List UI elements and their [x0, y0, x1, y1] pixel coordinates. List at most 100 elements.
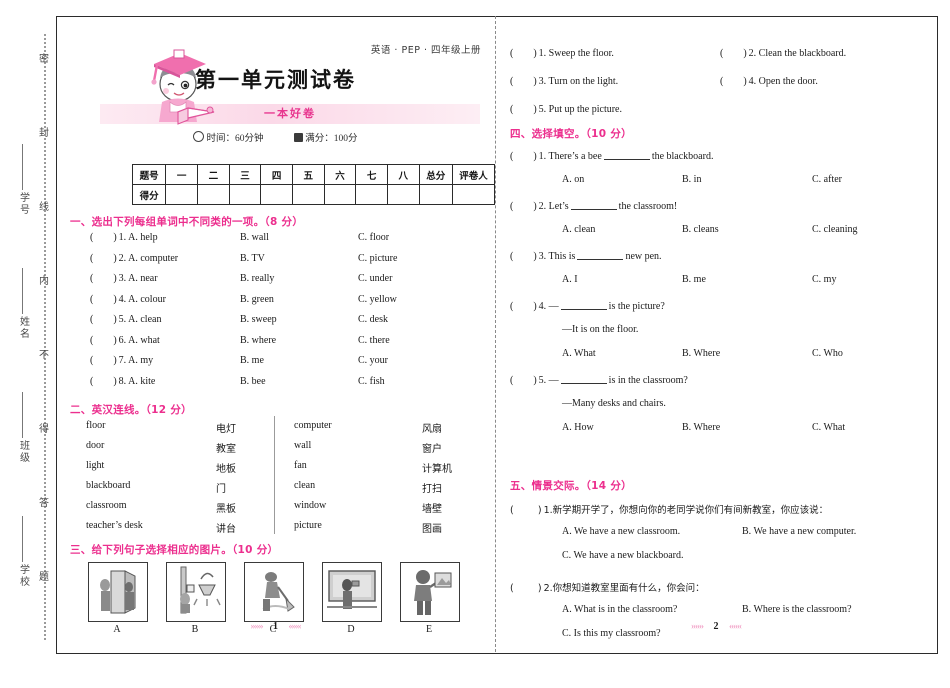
option-b[interactable]: B. in	[682, 174, 701, 185]
section-5-heading: 五、情景交际。（14 分）	[510, 478, 632, 493]
answer-blank-paren[interactable]: ( ) 3. Turn on the light.	[510, 76, 618, 87]
answer-blank-paren[interactable]: ( ) 8. A. kite	[90, 376, 155, 387]
fill-blank[interactable]	[560, 374, 607, 384]
matching-english[interactable]: clean	[294, 480, 315, 491]
stem-before: There’s a bee	[548, 151, 602, 162]
score-row-label: 题号	[131, 164, 167, 185]
fill-blank[interactable]	[603, 150, 650, 160]
mascot-graduate-reading-icon	[151, 49, 215, 125]
option-b[interactable]: B. me	[682, 274, 706, 285]
score-row-label: 得分	[131, 184, 167, 205]
score-cell[interactable]	[386, 184, 420, 205]
matching-english[interactable]: wall	[294, 440, 311, 451]
score-cell[interactable]	[260, 184, 293, 205]
option-a[interactable]: A. How	[562, 422, 594, 433]
matching-english[interactable]: window	[294, 500, 326, 511]
option-b[interactable]: B. Where	[682, 348, 720, 359]
score-cell[interactable]	[323, 184, 357, 205]
matching-chinese[interactable]: 电灯	[216, 420, 236, 435]
score-cell[interactable]	[291, 184, 325, 205]
option-c[interactable]: C. my	[812, 274, 836, 285]
matching-chinese[interactable]: 打扫	[422, 480, 442, 495]
option-a[interactable]: A. We have a new classroom.	[562, 526, 680, 537]
matching-chinese[interactable]: 计算机	[422, 460, 452, 475]
option-a[interactable]: A. clean	[562, 224, 595, 235]
matching-chinese[interactable]: 黑板	[216, 500, 236, 515]
option-a[interactable]: A. What	[562, 348, 596, 359]
option-a[interactable]: A. What is in the classroom?	[562, 604, 677, 615]
option-b[interactable]: B. Where is the classroom?	[742, 604, 852, 615]
matching-divider	[274, 416, 275, 534]
info-rule	[22, 268, 23, 314]
fill-blank[interactable]	[577, 250, 624, 260]
info-label-text: 姓名	[17, 316, 29, 340]
matching-english[interactable]: teacher’s desk	[86, 520, 143, 531]
matching-english[interactable]: blackboard	[86, 480, 130, 491]
score-cell[interactable]	[418, 184, 453, 205]
test-paper-page: 密封线内不得答题 学号 姓名 班级 学校 英语 · PEP · 四年级上册 第一单元测…	[0, 0, 950, 688]
matching-english[interactable]: floor	[86, 420, 105, 431]
score-cell[interactable]	[451, 184, 496, 205]
option-b[interactable]: B. We have a new computer.	[742, 526, 856, 537]
section-2-heading: 二、英汉连线。（12 分）	[70, 402, 192, 417]
answer-blank-paren[interactable]: ( )	[510, 583, 542, 594]
matching-chinese[interactable]: 地板	[216, 460, 236, 475]
matching-english[interactable]: door	[86, 440, 104, 451]
score-icon	[294, 133, 304, 142]
option-a: A. what	[128, 334, 160, 346]
score-col-header: 二	[197, 164, 230, 185]
info-label-2: 姓名	[14, 316, 32, 345]
matching-chinese[interactable]: 图画	[422, 520, 442, 535]
answer-blank-paren[interactable]: ( )	[510, 375, 537, 386]
matching-english[interactable]: picture	[294, 520, 322, 531]
answer-blank-paren[interactable]: ( ) 1. Sweep the floor.	[510, 48, 614, 59]
answer-blank-paren[interactable]: ( )	[510, 505, 542, 516]
answer-blank-paren[interactable]: ( ) 2. A. computer	[90, 253, 178, 264]
matching-chinese[interactable]: 窗户	[422, 440, 442, 455]
item-number: 4.	[118, 293, 127, 305]
score-cell[interactable]	[228, 184, 262, 205]
option-c[interactable]: C. Who	[812, 348, 843, 359]
matching-chinese[interactable]: 讲台	[216, 520, 236, 535]
answer-blank-paren[interactable]: ( ) 5. A. clean	[90, 314, 161, 325]
score-cell[interactable]	[165, 184, 199, 205]
answer-blank-paren[interactable]: ( ) 7. A. my	[90, 355, 153, 366]
option-b: B. TV	[240, 252, 265, 264]
answer-blank-paren[interactable]: ( )	[510, 251, 537, 262]
option-c[interactable]: C. What	[812, 422, 845, 433]
score-cell[interactable]	[197, 184, 230, 205]
score-cell[interactable]	[355, 184, 388, 205]
matching-chinese[interactable]: 教室	[216, 440, 236, 455]
matching-english[interactable]: light	[86, 460, 104, 471]
answer-blank-paren[interactable]: ( )	[510, 301, 537, 312]
matching-chinese[interactable]: 门	[216, 480, 226, 495]
fill-blank[interactable]	[570, 200, 617, 210]
option-b[interactable]: B. cleans	[682, 224, 719, 235]
matching-english[interactable]: fan	[294, 460, 307, 471]
matching-english[interactable]: classroom	[86, 500, 127, 511]
option-c[interactable]: C. We have a new blackboard.	[562, 550, 683, 561]
matching-chinese[interactable]: 风扇	[422, 420, 442, 435]
answer-blank-paren[interactable]: ( ) 4. A. colour	[90, 294, 166, 305]
option-b: B. really	[240, 273, 275, 284]
answer-blank-paren[interactable]: ( ) 2. Clean the blackboard.	[720, 48, 846, 59]
answer-blank-paren[interactable]: ( ) 4. Open the door.	[720, 76, 818, 87]
option-a[interactable]: A. I	[562, 274, 578, 285]
option-c[interactable]: C. after	[812, 174, 842, 185]
right-page: ( ) 1. Sweep the floor. ( ) 2. Clean the bl…	[496, 16, 936, 652]
option-a[interactable]: A. on	[562, 174, 584, 185]
section-2-title: 二、英汉连线。	[70, 404, 146, 416]
answer-blank-paren[interactable]: ( ) 3. A. near	[90, 273, 158, 284]
section-1-title: 一、选出下列每组单词中不同类的一项。	[70, 216, 265, 228]
option-b[interactable]: B. Where	[682, 422, 720, 433]
answer-blank-paren[interactable]: ( )	[510, 151, 537, 162]
matching-chinese[interactable]: 墙壁	[422, 500, 442, 515]
item-number: 1.	[538, 48, 547, 59]
answer-blank-paren[interactable]: ( ) 1. A. help	[90, 232, 158, 243]
answer-blank-paren[interactable]: ( ) 5. Put up the picture.	[510, 104, 622, 115]
answer-blank-paren[interactable]: ( ) 6. A. what	[90, 335, 160, 346]
matching-english[interactable]: computer	[294, 420, 332, 431]
fill-blank[interactable]	[560, 300, 607, 310]
option-c[interactable]: C. cleaning	[812, 224, 858, 235]
answer-blank-paren[interactable]: ( )	[510, 201, 537, 212]
